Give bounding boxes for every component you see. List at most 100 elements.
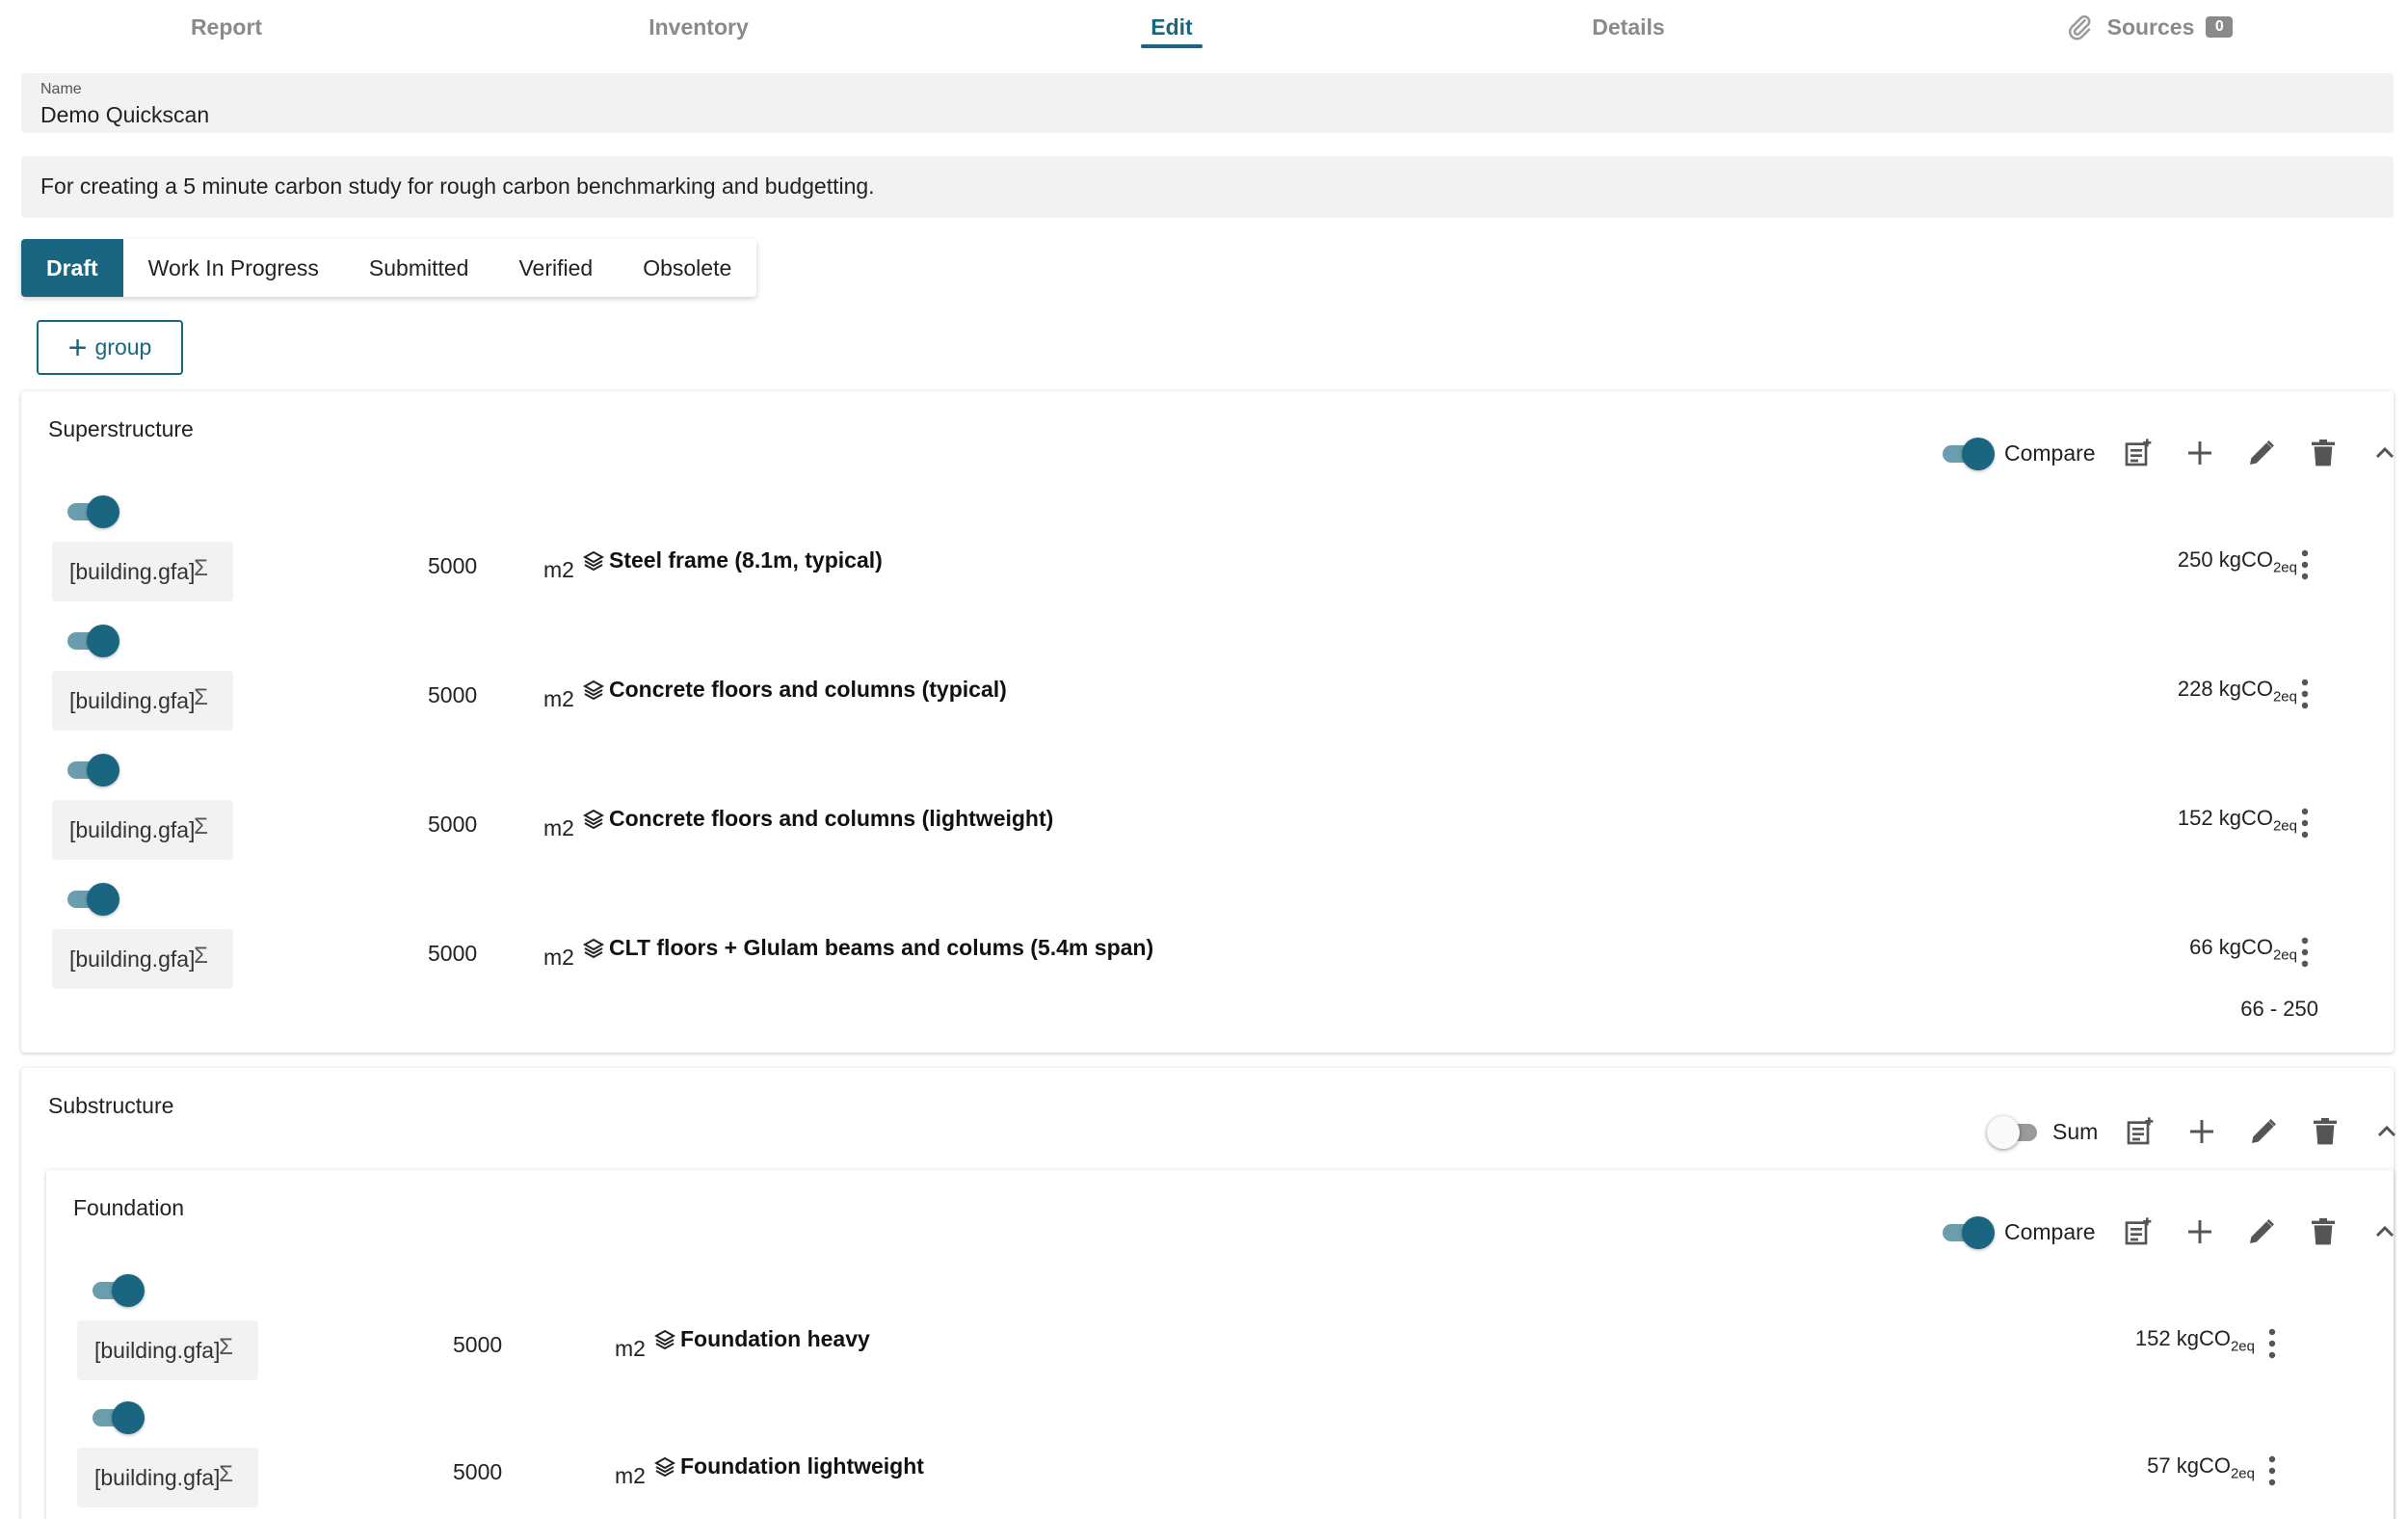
sigma-icon[interactable]: Σ bbox=[194, 943, 208, 970]
item-toggle[interactable] bbox=[64, 495, 119, 528]
quantity-formula-field[interactable]: [building.gfa] Σ bbox=[52, 929, 233, 989]
item-amount: 5000 bbox=[428, 941, 478, 966]
sigma-icon[interactable]: Σ bbox=[194, 555, 208, 582]
list-item: [building.gfa] Σ 5000 m2 Foundation heavy… bbox=[77, 1274, 2370, 1399]
layers-icon bbox=[582, 808, 605, 831]
foundation-toolbar: Compare bbox=[1939, 1209, 2408, 1255]
tab-details[interactable]: Details bbox=[1561, 0, 1696, 54]
item-unit: m2 bbox=[543, 945, 574, 970]
compare-toggle[interactable] bbox=[1939, 438, 1995, 470]
plus-icon[interactable] bbox=[2183, 1112, 2221, 1151]
status-tab-obsolete[interactable]: Obsolete bbox=[618, 239, 756, 297]
status-tab-work-in-progress[interactable]: Work In Progress bbox=[123, 239, 344, 297]
foundation-title: Foundation bbox=[73, 1195, 185, 1220]
kebab-menu-icon[interactable] bbox=[2262, 1452, 2282, 1490]
item-amount: 5000 bbox=[453, 1332, 503, 1357]
item-name[interactable]: Foundation lightweight bbox=[680, 1453, 924, 1479]
sources-count-badge: 0 bbox=[2206, 16, 2234, 38]
layers-icon bbox=[582, 679, 605, 702]
trash-icon[interactable] bbox=[2304, 434, 2342, 472]
quantity-formula-field[interactable]: [building.gfa] Σ bbox=[52, 671, 233, 731]
trash-icon[interactable] bbox=[2306, 1112, 2344, 1151]
active-tab-indicator bbox=[1141, 44, 1203, 48]
item-amount: 5000 bbox=[453, 1459, 503, 1484]
tab-report[interactable]: Report bbox=[154, 0, 299, 54]
tab-sources[interactable]: Sources 0 bbox=[2043, 0, 2255, 54]
kebab-menu-icon[interactable] bbox=[2295, 675, 2315, 713]
description-value: For creating a 5 minute carbon study for… bbox=[40, 173, 875, 199]
name-field-label: Name bbox=[40, 81, 82, 97]
item-toggle[interactable] bbox=[64, 754, 119, 786]
status-tab-verified[interactable]: Verified bbox=[493, 239, 618, 297]
item-amount: 5000 bbox=[428, 553, 478, 578]
quantity-formula-field[interactable]: [building.gfa] Σ bbox=[77, 1448, 258, 1507]
status-tab-draft[interactable]: Draft bbox=[21, 239, 123, 297]
pencil-icon[interactable] bbox=[2242, 434, 2281, 472]
sigma-icon[interactable]: Σ bbox=[219, 1334, 233, 1361]
item-toggle[interactable] bbox=[64, 625, 119, 657]
kebab-menu-icon[interactable] bbox=[2295, 933, 2315, 972]
item-name[interactable]: CLT floors + Glulam beams and colums (5.… bbox=[609, 935, 1153, 961]
list-item: [building.gfa] Σ 5000 m2 Concrete floors … bbox=[52, 625, 2365, 750]
sigma-icon[interactable]: Σ bbox=[219, 1461, 233, 1488]
tab-inventory[interactable]: Inventory bbox=[626, 0, 771, 54]
superstructure-title: Superstructure bbox=[48, 416, 194, 441]
item-name[interactable]: Steel frame (8.1m, typical) bbox=[609, 547, 883, 573]
kebab-menu-icon[interactable] bbox=[2295, 546, 2315, 584]
foundation-card: Foundation Compare [building.gfa] Σ 5000 … bbox=[46, 1170, 2394, 1519]
status-tabs: Draft Work In Progress Submitted Verifie… bbox=[21, 239, 757, 297]
chevron-up-icon[interactable] bbox=[2368, 1112, 2406, 1151]
item-unit: m2 bbox=[543, 815, 574, 840]
plus-icon[interactable] bbox=[2181, 1213, 2219, 1251]
add-group-button[interactable]: + group bbox=[37, 320, 183, 375]
compare-label: Compare bbox=[2004, 440, 2096, 466]
item-unit: m2 bbox=[615, 1336, 646, 1361]
pencil-icon[interactable] bbox=[2242, 1213, 2281, 1251]
add-note-icon[interactable] bbox=[2119, 434, 2157, 472]
superstructure-toolbar: Compare bbox=[1939, 430, 2408, 476]
quantity-formula-field[interactable]: [building.gfa] Σ bbox=[77, 1320, 258, 1380]
list-item: [building.gfa] Σ 5000 m2 CLT floors + Glu… bbox=[52, 883, 2365, 1008]
sigma-icon[interactable]: Σ bbox=[194, 813, 208, 840]
kebab-menu-icon[interactable] bbox=[2262, 1324, 2282, 1363]
description-field[interactable]: For creating a 5 minute carbon study for… bbox=[21, 156, 2394, 218]
item-name[interactable]: Foundation heavy bbox=[680, 1326, 870, 1352]
pencil-icon[interactable] bbox=[2244, 1112, 2283, 1151]
tab-edit[interactable]: Edit bbox=[1141, 0, 1203, 54]
sigma-icon[interactable]: Σ bbox=[194, 684, 208, 711]
item-amount: 5000 bbox=[428, 682, 478, 707]
kebab-menu-icon[interactable] bbox=[2295, 804, 2315, 842]
add-note-icon[interactable] bbox=[2121, 1112, 2159, 1151]
item-amount: 5000 bbox=[428, 812, 478, 837]
status-tab-submitted[interactable]: Submitted bbox=[344, 239, 494, 297]
chevron-up-icon[interactable] bbox=[2366, 434, 2404, 472]
item-toggle[interactable] bbox=[89, 1274, 145, 1307]
name-field[interactable]: Name Demo Quickscan bbox=[21, 73, 2394, 133]
name-field-value: Demo Quickscan bbox=[40, 102, 210, 127]
trash-icon[interactable] bbox=[2304, 1213, 2342, 1251]
add-note-icon[interactable] bbox=[2119, 1213, 2157, 1251]
item-name[interactable]: Concrete floors and columns (typical) bbox=[609, 677, 1007, 703]
quantity-formula-field[interactable]: [building.gfa] Σ bbox=[52, 800, 233, 860]
item-carbon: 57 kgCO2eq bbox=[2147, 1453, 2255, 1482]
substructure-card: Substructure Sum Foundation Compare [bui… bbox=[21, 1068, 2394, 1519]
item-carbon: 228 kgCO2eq bbox=[2177, 677, 2297, 706]
sum-toggle[interactable] bbox=[1987, 1116, 2043, 1149]
layers-icon bbox=[653, 1455, 676, 1479]
quantity-formula-field[interactable]: [building.gfa] Σ bbox=[52, 542, 233, 601]
item-toggle[interactable] bbox=[64, 883, 119, 916]
substructure-title: Substructure bbox=[48, 1093, 174, 1118]
item-name[interactable]: Concrete floors and columns (lightweight… bbox=[609, 806, 1053, 832]
list-item: [building.gfa] Σ 5000 m2 Steel frame (8.1… bbox=[52, 495, 2365, 621]
item-toggle[interactable] bbox=[89, 1401, 145, 1434]
chevron-up-icon[interactable] bbox=[2366, 1213, 2404, 1251]
layers-icon bbox=[653, 1328, 676, 1351]
sum-label: Sum bbox=[2052, 1118, 2099, 1144]
compare-toggle[interactable] bbox=[1939, 1216, 1995, 1249]
list-item: [building.gfa] Σ 5000 m2 Concrete floors … bbox=[52, 754, 2365, 879]
plus-icon[interactable] bbox=[2181, 434, 2219, 472]
plus-icon: + bbox=[67, 329, 88, 366]
list-item: [building.gfa] Σ 5000 m2 Foundation light… bbox=[77, 1401, 2370, 1519]
item-carbon: 152 kgCO2eq bbox=[2177, 806, 2297, 835]
paperclip-icon bbox=[2068, 14, 2091, 40]
